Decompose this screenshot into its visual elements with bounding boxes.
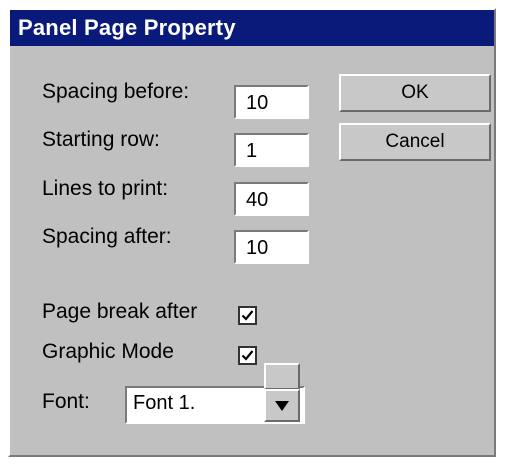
lines-to-print-label: Lines to print: bbox=[42, 177, 169, 200]
starting-row-input[interactable]: 1 bbox=[234, 133, 309, 167]
spacing-before-input[interactable]: 10 bbox=[234, 85, 309, 119]
font-select-value: Font 1. bbox=[133, 392, 196, 414]
checkmark-icon bbox=[241, 310, 254, 321]
font-label: Font: bbox=[42, 390, 90, 413]
spacing-after-input[interactable]: 10 bbox=[234, 230, 309, 264]
starting-row-label: Starting row: bbox=[42, 128, 160, 151]
spacing-after-label: Spacing after: bbox=[42, 225, 172, 248]
ok-button[interactable]: OK bbox=[339, 74, 491, 112]
graphic-mode-label: Graphic Mode bbox=[42, 340, 174, 363]
chevron-down-icon bbox=[275, 401, 289, 411]
dialog-title: Panel Page Property bbox=[10, 10, 494, 46]
checkmark-icon bbox=[241, 350, 254, 361]
lines-to-print-input[interactable]: 40 bbox=[234, 182, 309, 216]
font-select-scroll-up[interactable] bbox=[264, 363, 300, 389]
spacing-before-label: Spacing before: bbox=[42, 80, 190, 103]
cancel-button[interactable]: Cancel bbox=[339, 123, 491, 161]
page-break-after-label: Page break after bbox=[42, 300, 198, 323]
graphic-mode-checkbox[interactable] bbox=[238, 346, 257, 365]
font-dropdown-button[interactable] bbox=[264, 389, 300, 422]
page-break-after-checkbox[interactable] bbox=[238, 306, 257, 325]
panel-page-property-dialog: Panel Page Property Spacing before: 10 S… bbox=[8, 8, 496, 457]
